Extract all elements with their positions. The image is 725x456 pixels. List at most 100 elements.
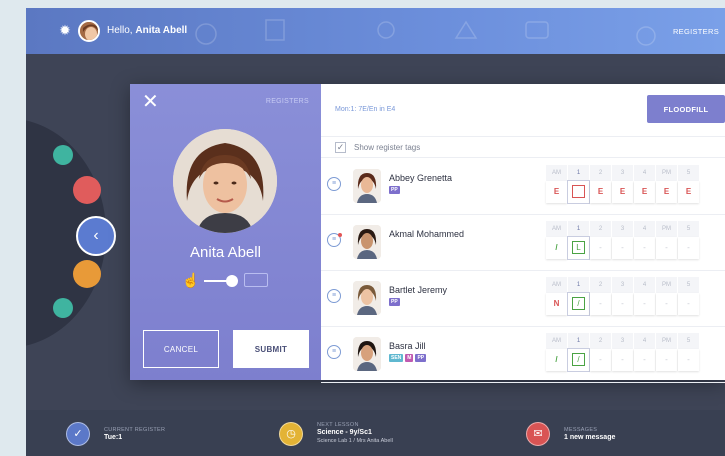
user-avatar[interactable] xyxy=(78,20,100,42)
pupil-name[interactable]: Akmal Mohammed xyxy=(389,229,489,240)
pupil-avatar xyxy=(353,225,381,259)
gear-icon[interactable]: ✹ xyxy=(58,23,72,37)
attendance-mark[interactable] xyxy=(568,181,589,203)
session-cell[interactable]: 4- xyxy=(634,221,655,259)
session-cell[interactable]: PM - xyxy=(656,333,677,371)
attendance-mark[interactable]: - xyxy=(590,293,611,315)
register-content: Mon:1: 7E/En in E4 FLOODFILL ✓ Show regi… xyxy=(321,84,725,383)
attendance-mark[interactable]: - xyxy=(634,349,655,371)
current-mark-box[interactable]: / xyxy=(572,297,585,311)
attendance-mark[interactable]: / xyxy=(546,237,567,259)
session-cell[interactable]: 3- xyxy=(612,333,633,371)
nav-dot-teal[interactable] xyxy=(53,145,73,165)
attendance-mark[interactable]: / xyxy=(568,293,589,315)
teacher-panel: ✕ REGISTERS Anita Abell ☝ CANCEL SUBMIT xyxy=(130,84,321,380)
toggle-knob[interactable] xyxy=(226,275,238,287)
comment-icon[interactable]: ≡ xyxy=(327,177,341,191)
session-cell[interactable]: AM / xyxy=(546,333,567,371)
attendance-mark[interactable]: E xyxy=(590,181,611,203)
session-cell[interactable]: 2- xyxy=(590,277,611,315)
session-cell[interactable]: AM N xyxy=(546,277,567,315)
pupil-name[interactable]: Abbey Grenetta xyxy=(389,173,489,184)
session-cell[interactable]: PM - xyxy=(656,277,677,315)
attendance-mark[interactable]: / xyxy=(568,349,589,371)
pupil-row: ≡ Abbey Grenetta PP AM E 1 2 E 3 E 4 E PM E 5 E xyxy=(321,159,725,215)
session-header: 3 xyxy=(612,165,633,181)
pupil-name[interactable]: Bartlet Jeremy xyxy=(389,285,489,296)
submit-button[interactable]: SUBMIT xyxy=(233,330,309,368)
session-cell[interactable]: 2E xyxy=(590,165,611,203)
session-cell[interactable]: 3- xyxy=(612,221,633,259)
session-cell[interactable]: 4E xyxy=(634,165,655,203)
floodfill-button[interactable]: FLOODFILL xyxy=(647,95,725,123)
session-cell[interactable]: 5- xyxy=(678,333,699,371)
session-cell[interactable]: PM E xyxy=(656,165,677,203)
session-cell[interactable]: 3- xyxy=(612,277,633,315)
nav-dot-red[interactable] xyxy=(73,176,101,204)
attendance-mark[interactable]: - xyxy=(612,349,633,371)
attendance-mark[interactable]: E xyxy=(546,181,567,203)
attendance-mark[interactable]: - xyxy=(656,293,677,315)
attendance-mark[interactable]: - xyxy=(612,237,633,259)
nav-dot-teal-2[interactable] xyxy=(53,298,73,318)
session-cell[interactable]: 1/ xyxy=(568,333,589,371)
tag-badge: SEN xyxy=(389,354,404,362)
session-cell[interactable]: 2- xyxy=(590,221,611,259)
current-mark-box[interactable] xyxy=(572,185,585,199)
session-header: 1 xyxy=(568,277,589,293)
close-icon[interactable]: ✕ xyxy=(142,92,159,112)
chevron-left-icon[interactable]: ‹ xyxy=(76,216,116,256)
breadcrumb[interactable]: Mon:1: 7E/En in E4 xyxy=(335,106,395,113)
greeting: Hello, Anita Abell xyxy=(107,25,187,36)
current-mark-box[interactable]: L xyxy=(572,241,585,255)
registers-link[interactable]: REGISTERS xyxy=(673,27,719,36)
attendance-mark[interactable]: / xyxy=(546,349,567,371)
show-tags-label: Show register tags xyxy=(354,143,421,152)
attendance-mark[interactable]: E xyxy=(678,181,699,203)
attendance-mark[interactable]: - xyxy=(612,293,633,315)
session-cell[interactable]: 3E xyxy=(612,165,633,203)
attendance-mark[interactable]: E xyxy=(634,181,655,203)
attendance-mark[interactable]: - xyxy=(678,349,699,371)
cancel-button[interactable]: CANCEL xyxy=(143,330,219,368)
pupil-name[interactable]: Basra Jill xyxy=(389,341,489,352)
comment-icon[interactable]: ≡ xyxy=(327,233,342,247)
session-cell[interactable]: 1/ xyxy=(568,277,589,315)
attendance-mark[interactable]: L xyxy=(568,237,589,259)
session-cell[interactable]: 4- xyxy=(634,277,655,315)
attendance-mark[interactable]: - xyxy=(656,237,677,259)
attendance-mark[interactable]: N xyxy=(546,293,567,315)
attendance-mark[interactable]: E xyxy=(612,181,633,203)
attendance-mark[interactable]: - xyxy=(590,349,611,371)
session-cell[interactable]: 1L xyxy=(568,221,589,259)
session-header: 1 xyxy=(568,165,589,181)
session-cell[interactable]: AM E xyxy=(546,165,567,203)
pupil-badges: SEN M PP xyxy=(389,354,428,372)
attendance-mark[interactable]: - xyxy=(634,237,655,259)
session-header: 3 xyxy=(612,333,633,349)
attendance-mark[interactable]: - xyxy=(678,237,699,259)
session-cell[interactable]: 5E xyxy=(678,165,699,203)
comment-icon[interactable]: ≡ xyxy=(327,345,341,359)
attendance-mark[interactable]: - xyxy=(678,293,699,315)
session-cell[interactable]: 5- xyxy=(678,221,699,259)
session-cell[interactable]: 5- xyxy=(678,277,699,315)
nav-dot-orange[interactable] xyxy=(73,260,101,288)
session-cell[interactable]: AM / xyxy=(546,221,567,259)
current-mark-box[interactable]: / xyxy=(572,353,585,367)
keyboard-icon xyxy=(244,273,268,287)
session-cell[interactable]: 1 xyxy=(568,165,589,203)
greeting-user-name: Anita Abell xyxy=(135,25,188,36)
comment-icon[interactable]: ≡ xyxy=(327,289,341,303)
attendance-mark[interactable]: - xyxy=(656,349,677,371)
show-tags-checkbox[interactable]: ✓ xyxy=(335,142,346,153)
attendance-mark[interactable]: - xyxy=(590,237,611,259)
session-cell[interactable]: 2- xyxy=(590,333,611,371)
show-tags-row: ✓ Show register tags xyxy=(321,136,725,158)
attendance-mark[interactable]: E xyxy=(656,181,677,203)
session-cell[interactable]: PM - xyxy=(656,221,677,259)
session-cell[interactable]: 4- xyxy=(634,333,655,371)
next-lesson-value: Science - 9y/Sc1 xyxy=(317,429,372,436)
attendance-mark[interactable]: - xyxy=(634,293,655,315)
input-mode-toggle[interactable]: ☝ xyxy=(182,270,272,292)
